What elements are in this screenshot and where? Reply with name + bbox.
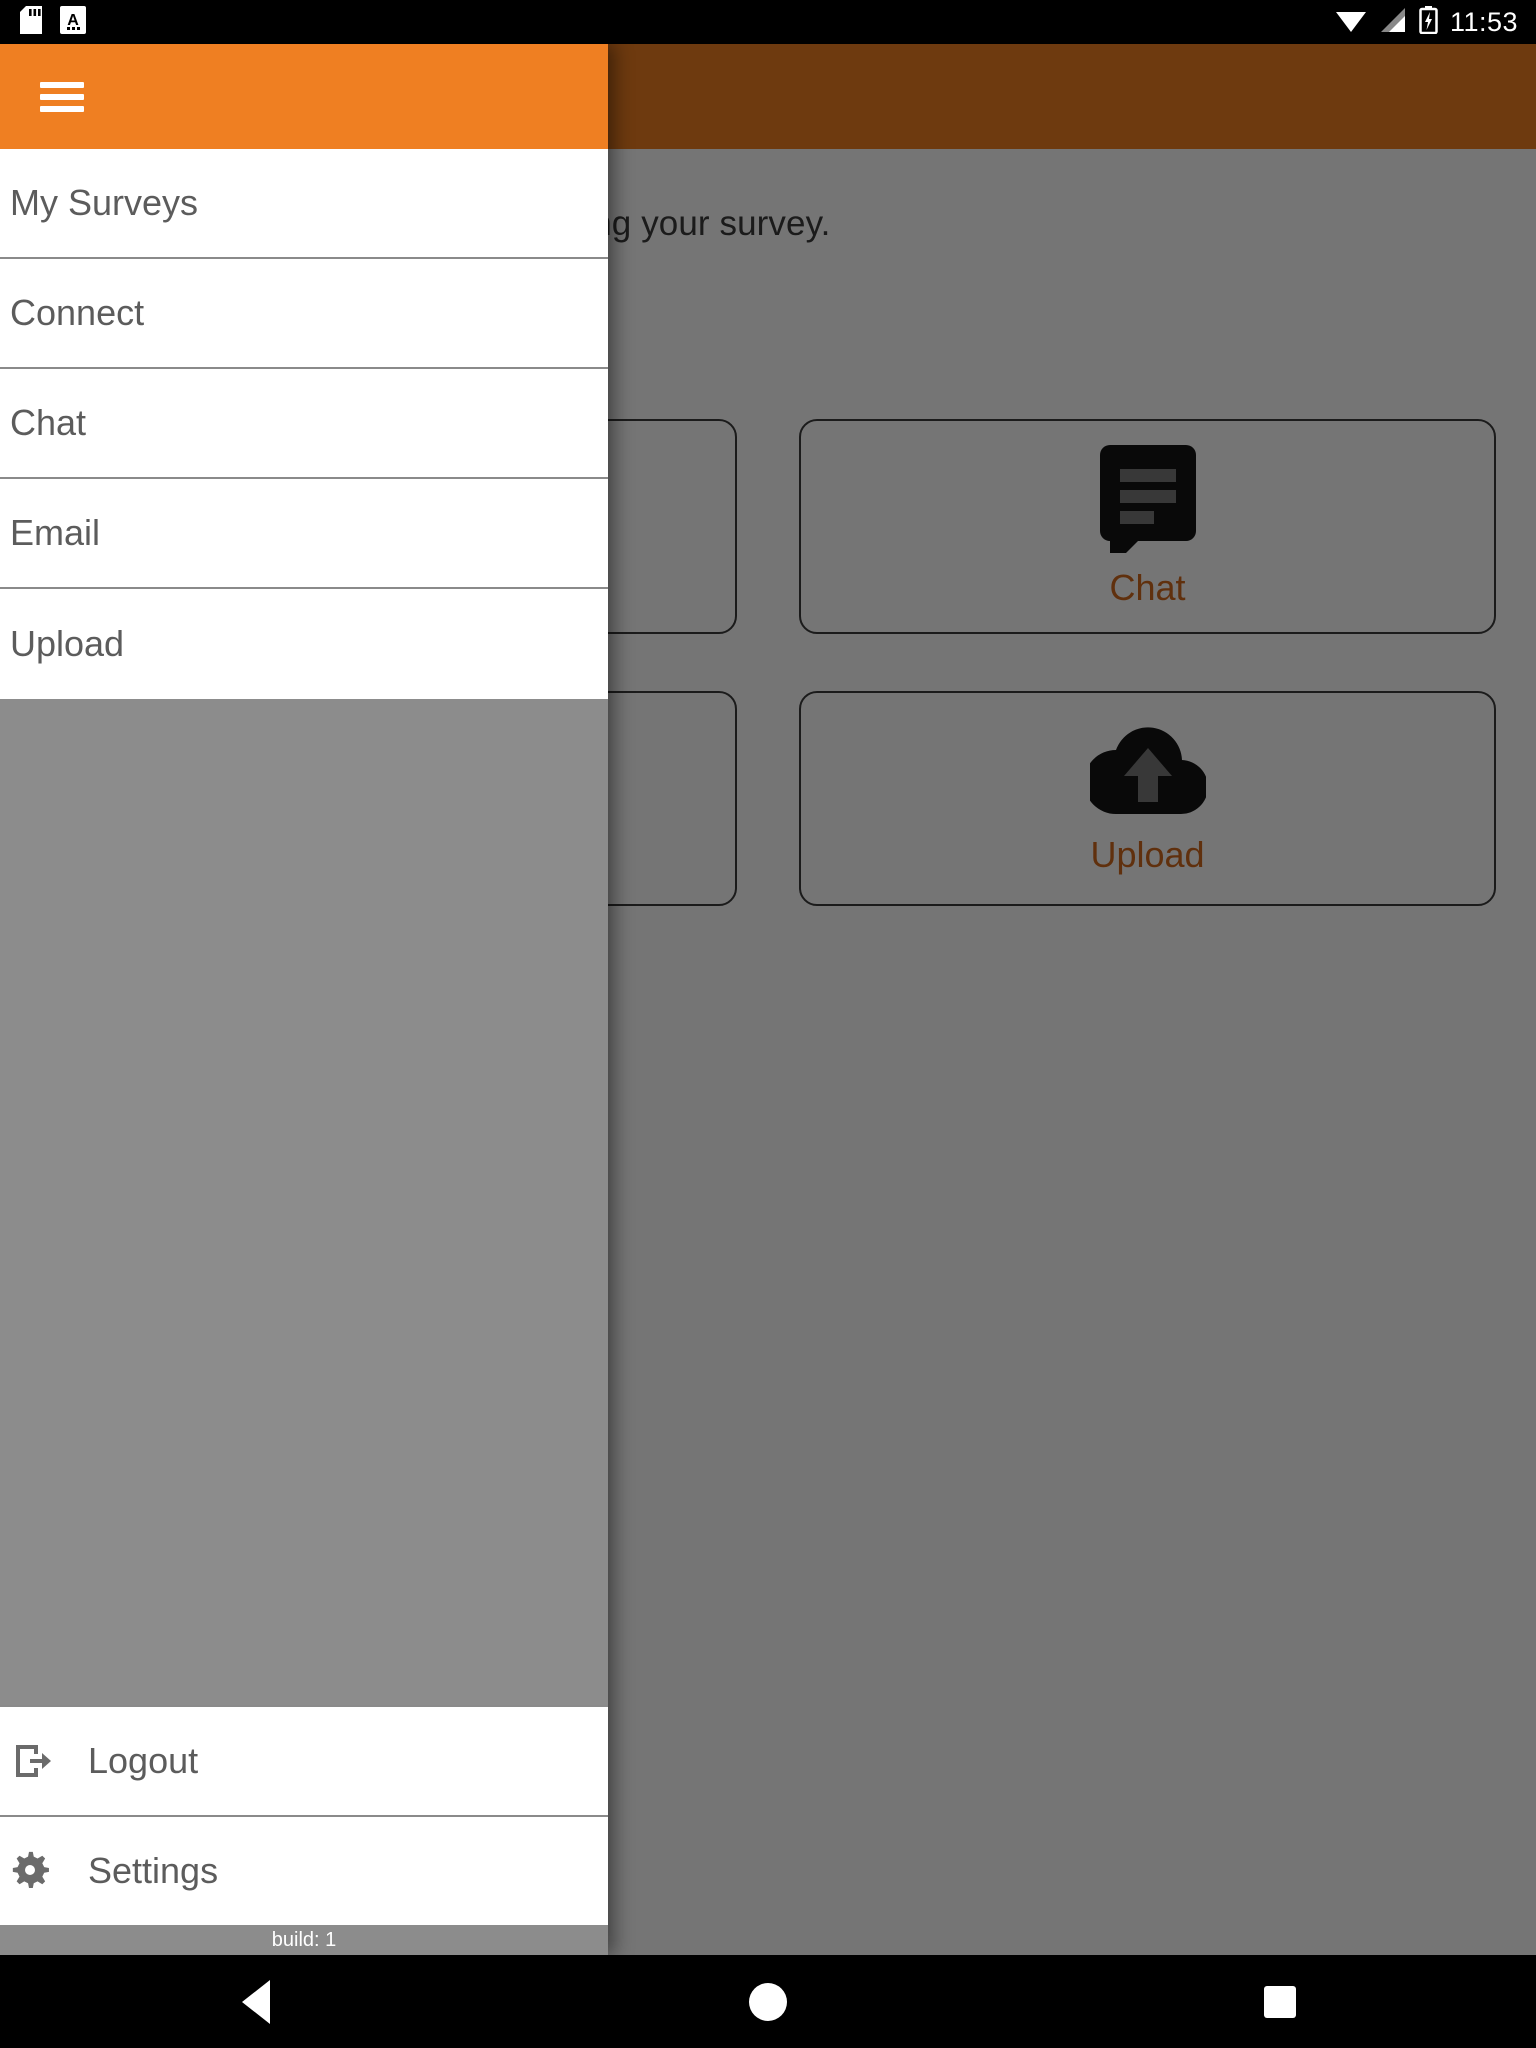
keyboard-input-icon: A [60,5,86,39]
back-triangle-icon [242,1979,270,2024]
wifi-icon [1335,7,1367,38]
battery-charging-icon [1419,5,1438,39]
drawer-item-chat[interactable]: Chat [0,369,608,479]
android-navigation-bar [0,1955,1536,2048]
drawer-item-my-surveys[interactable]: My Surveys [0,149,608,259]
back-button[interactable] [196,1955,316,2048]
drawer-empty-space [0,699,608,1705]
recents-button[interactable] [1220,1955,1340,2048]
drawer-footer-label: Logout [88,1740,199,1781]
status-bar: A 11:53 [0,0,1536,44]
navigation-drawer: My Surveys Connect Chat Email Upload Log… [0,44,608,1955]
drawer-menu-list: My Surveys Connect Chat Email Upload [0,149,608,699]
drawer-item-settings[interactable]: Settings [0,1815,608,1925]
home-circle-icon [749,1982,787,2021]
drawer-item-logout[interactable]: Logout [0,1705,608,1815]
sd-card-icon [20,5,42,39]
status-bar-clock: 11:53 [1449,6,1518,37]
cell-signal-icon [1379,7,1407,38]
status-bar-right-icons: 11:53 [1335,5,1536,39]
build-version-text: build: 1 [271,1928,337,1951]
drawer-item-email[interactable]: Email [0,479,608,589]
recents-square-icon [1264,1985,1296,2018]
hamburger-icon[interactable] [40,81,84,112]
home-button[interactable] [708,1955,828,2048]
gear-icon [10,1849,54,1893]
drawer-item-label: Upload [10,623,125,664]
drawer-item-label: Chat [10,402,87,443]
svg-text:A: A [67,12,79,29]
drawer-footer-label: Settings [88,1850,219,1891]
drawer-item-label: My Surveys [10,182,199,223]
drawer-item-upload[interactable]: Upload [0,589,608,699]
status-bar-left-icons: A [0,5,86,39]
drawer-item-label: Connect [10,292,145,333]
logout-icon [10,1739,54,1783]
drawer-item-connect[interactable]: Connect [0,259,608,369]
drawer-item-label: Email [10,512,101,553]
build-version-bar: build: 1 [0,1925,608,1955]
drawer-header [0,44,608,149]
drawer-footer: Logout Settings [0,1705,608,1925]
